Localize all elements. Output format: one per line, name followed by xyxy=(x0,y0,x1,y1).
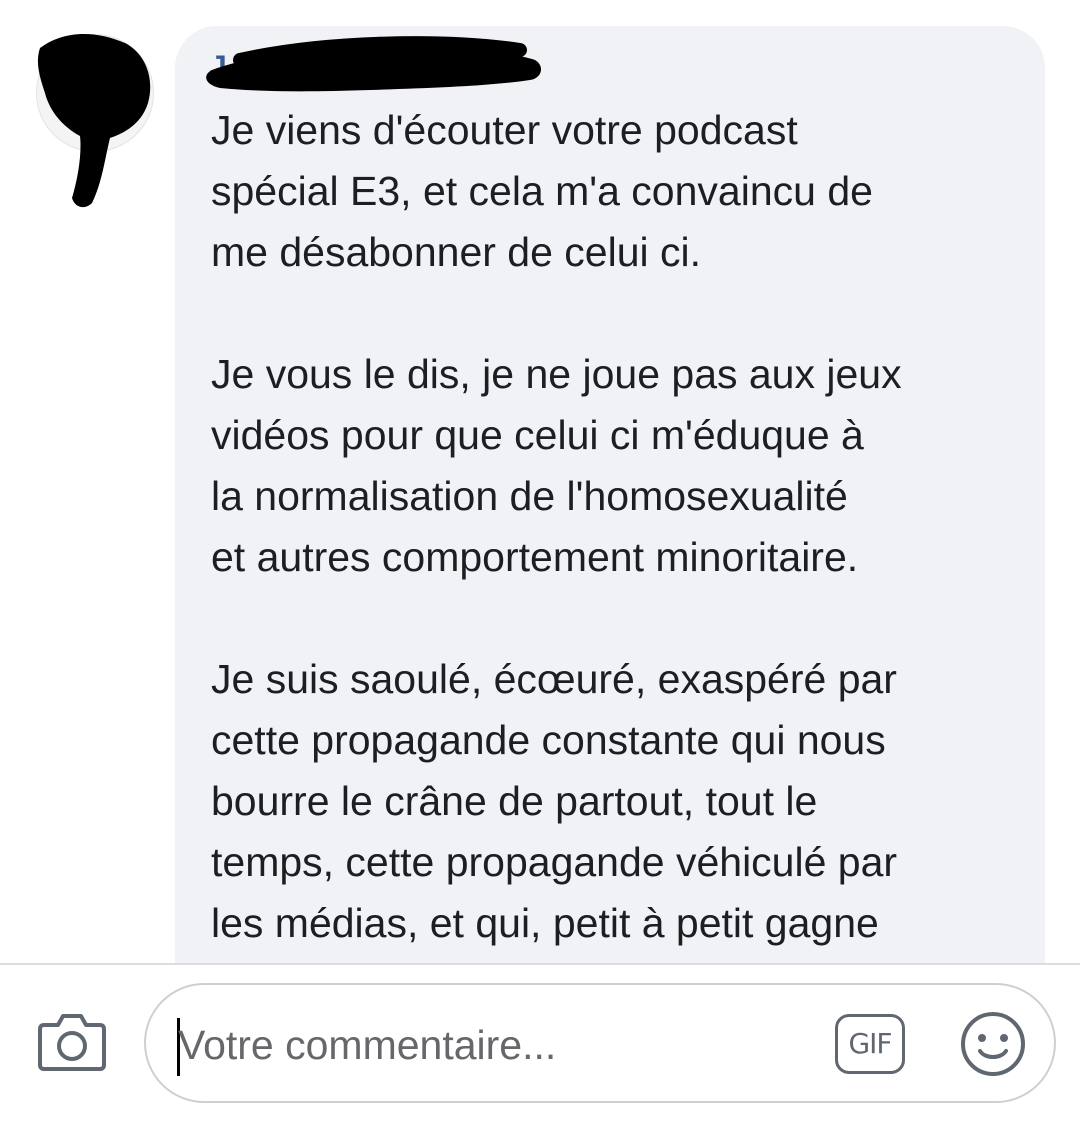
camera-icon[interactable] xyxy=(38,1011,106,1071)
comment-paragraph: Je vous le dis, je ne joue pas aux jeux … xyxy=(211,351,902,580)
comment-paragraph: Je suis saoulé, écœuré, exaspéré par cet… xyxy=(211,656,898,946)
comment-text: Je viens d'écouter votre podcast spécial… xyxy=(211,100,1041,960)
comment-composer: Votre commentaire... GIF xyxy=(0,963,1080,1122)
author-redaction xyxy=(206,36,542,92)
avatar[interactable]: CAN·ETION xyxy=(30,28,160,213)
comment-input[interactable]: Votre commentaire... GIF xyxy=(144,983,1056,1103)
comment-paragraph: Je viens d'écouter votre podcast spécial… xyxy=(211,107,873,275)
comment-input-placeholder: Votre commentaire... xyxy=(178,1022,557,1068)
smiley-icon[interactable] xyxy=(959,1010,1027,1078)
avatar-redaction xyxy=(37,33,151,208)
gif-button[interactable]: GIF xyxy=(835,1014,905,1074)
